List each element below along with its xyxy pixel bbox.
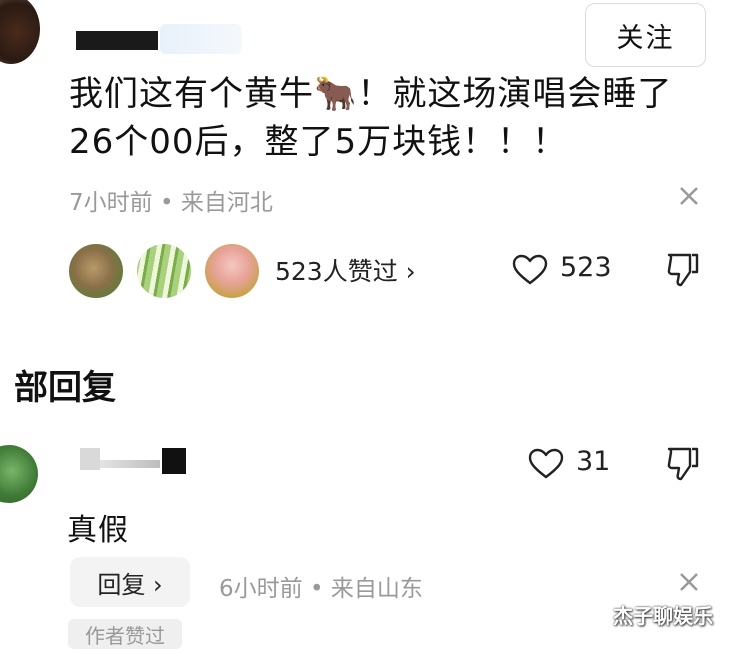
- redacted-username-blur: [100, 460, 160, 468]
- reply-button[interactable]: 回复 ›: [70, 557, 190, 607]
- post-text-line-2: 26个00后，整了5万块钱！！！: [69, 122, 568, 162]
- liker-avatar[interactable]: [135, 242, 193, 300]
- post-meta: 7小时前 • 来自河北: [69, 190, 273, 216]
- post-like-count: 523: [560, 252, 612, 283]
- author-avatar[interactable]: [0, 0, 40, 64]
- liker-avatar[interactable]: [67, 242, 125, 300]
- heart-icon[interactable]: [512, 254, 548, 286]
- reply-like-count: 31: [576, 446, 611, 477]
- redacted-username: [80, 448, 100, 470]
- section-title: 部回复: [14, 368, 116, 408]
- reply-author-avatar[interactable]: [0, 445, 38, 503]
- reply-meta: 6小时前 • 来自山东: [219, 576, 423, 602]
- likers-link[interactable]: 523人赞过 ›: [275, 252, 416, 288]
- liker-avatar[interactable]: [203, 242, 261, 300]
- thumb-down-icon[interactable]: [666, 446, 700, 482]
- follow-button[interactable]: 关注: [585, 3, 706, 67]
- post-text: 我们这有个黄牛🐂！就这场演唱会睡了 26个00后，整了5万块钱！！！: [69, 70, 719, 166]
- thumb-down-icon[interactable]: [666, 252, 700, 288]
- redacted-username-blur: [160, 24, 242, 54]
- watermark: 杰子聊娱乐: [613, 604, 713, 628]
- reply-text: 真假: [67, 513, 129, 548]
- close-icon[interactable]: [678, 185, 700, 207]
- close-icon[interactable]: [678, 571, 700, 593]
- author-liked-badge: 作者赞过: [68, 619, 182, 649]
- heart-icon[interactable]: [528, 448, 564, 480]
- redacted-username: [76, 31, 158, 50]
- redacted-username: [162, 448, 186, 474]
- post-text-line-1: 我们这有个黄牛🐂！就这场演唱会睡了: [69, 74, 673, 114]
